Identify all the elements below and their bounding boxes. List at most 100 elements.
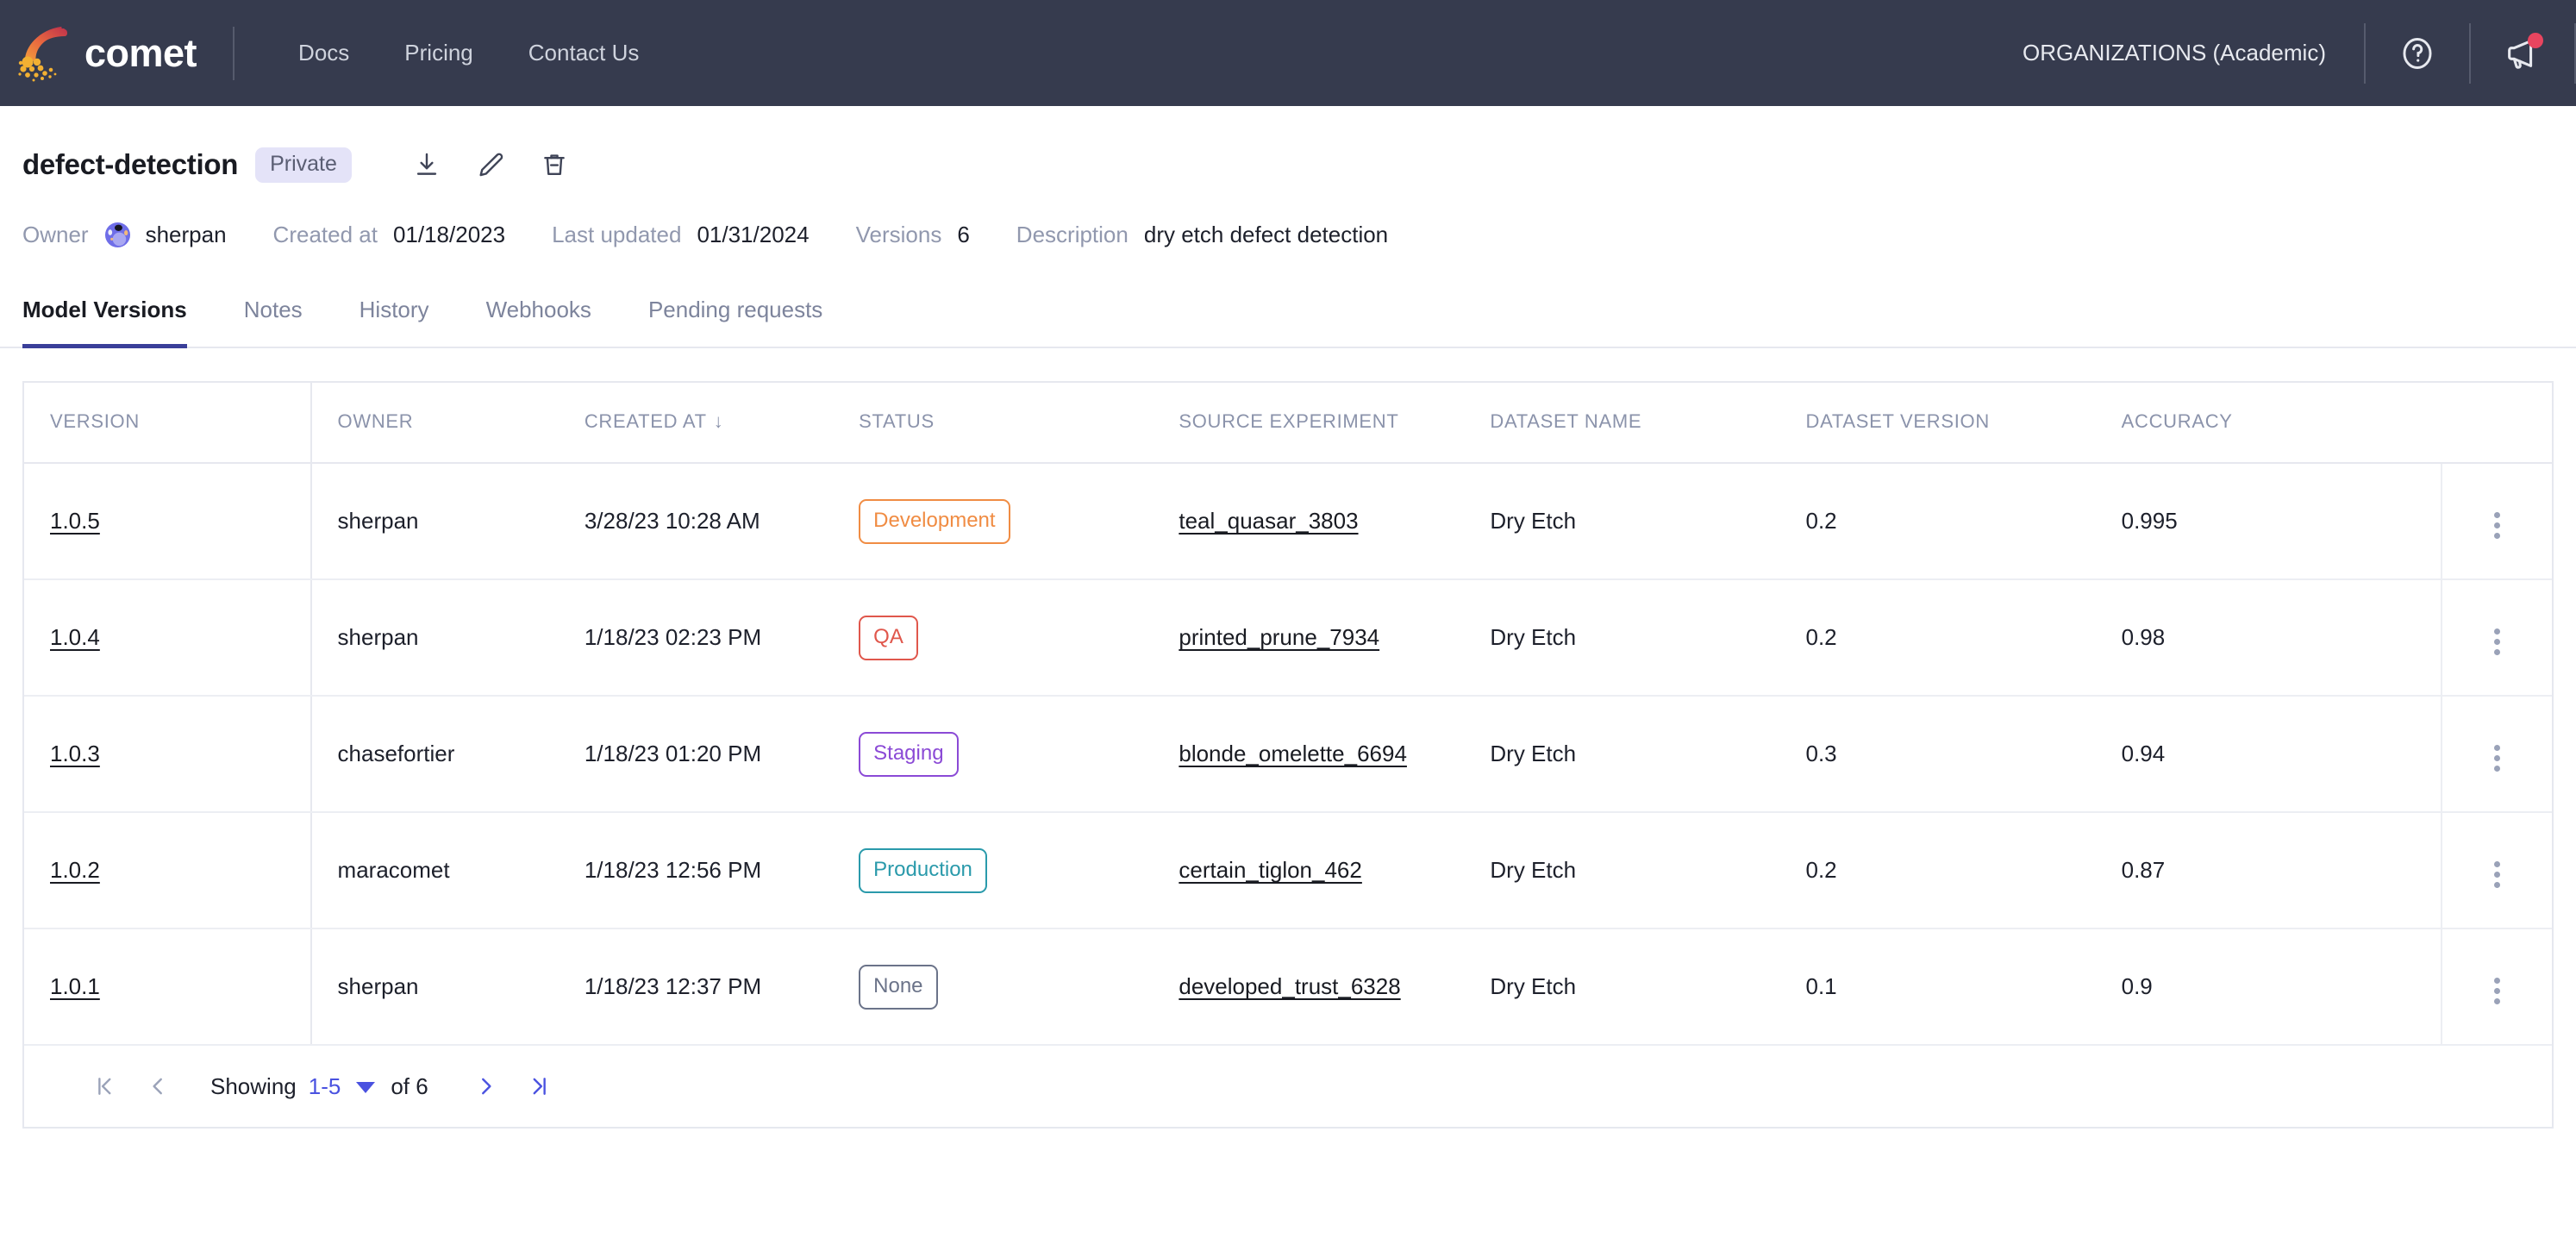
table-row[interactable]: 1.0.2 maracomet 1/18/23 12:56 PM Product… <box>24 812 2552 929</box>
visibility-badge: Private <box>255 147 352 183</box>
status-badge: QA <box>859 615 918 660</box>
kebab-menu-icon[interactable] <box>2482 622 2512 662</box>
question-mark-circle-icon <box>2403 37 2432 69</box>
nav-link-pricing[interactable]: Pricing <box>377 40 500 66</box>
table-row[interactable]: 1.0.3 chasefortier 1/18/23 01:20 PM Stag… <box>24 696 2552 813</box>
tab-model-versions[interactable]: Model Versions <box>22 297 187 348</box>
download-icon <box>416 153 437 175</box>
brand-name: comet <box>84 30 197 75</box>
row-actions-cell <box>2440 812 2552 929</box>
status-badge: Staging <box>859 731 959 777</box>
version-link[interactable]: 1.0.3 <box>50 741 100 766</box>
nav-link-docs[interactable]: Docs <box>271 40 377 66</box>
version-link[interactable]: 1.0.5 <box>50 508 100 534</box>
delete-button[interactable] <box>522 139 586 191</box>
dataset-name-cell: Dry Etch <box>1490 696 1806 813</box>
table-header-row: VERSION OWNER CREATED AT ↓ STATUS SOURCE … <box>24 383 2552 464</box>
column-header-owner[interactable]: OWNER <box>310 383 585 464</box>
column-header-accuracy[interactable]: ACCURACY <box>2121 383 2442 464</box>
source-experiment-cell: printed_prune_7934 <box>1179 579 1491 697</box>
kebab-menu-icon[interactable] <box>2482 505 2512 546</box>
top-navigation-bar: comet Docs Pricing Contact Us ORGANIZATI… <box>0 0 2576 106</box>
kebab-menu-icon[interactable] <box>2482 738 2512 778</box>
source-experiment-link[interactable]: blonde_omelette_6694 <box>1179 741 1407 766</box>
created-at-cell: 1/18/23 02:23 PM <box>584 579 860 697</box>
status-cell: None <box>859 928 1179 1046</box>
comet-logo-icon <box>18 26 68 81</box>
row-actions-cell <box>2440 463 2552 580</box>
owner-value: sherpan <box>145 222 227 247</box>
dataset-version-cell: 0.3 <box>1805 696 2122 813</box>
model-header: defect-detection Private <box>0 106 2576 191</box>
tab-bar: Model Versions Notes History Webhooks Pe… <box>0 297 2576 348</box>
row-actions-cell <box>2440 928 2552 1046</box>
table-row[interactable]: 1.0.4 sherpan 1/18/23 02:23 PM QA printe… <box>24 579 2552 697</box>
last-page-icon <box>533 1078 546 1095</box>
column-header-actions <box>2441 383 2552 464</box>
owner-cell: chasefortier <box>310 696 585 813</box>
column-header-version[interactable]: VERSION <box>24 383 312 464</box>
announcements-button[interactable] <box>2471 0 2574 106</box>
tab-history[interactable]: History <box>360 297 429 348</box>
accuracy-cell: 0.87 <box>2121 812 2442 929</box>
column-header-source-experiment[interactable]: SOURCE EXPERIMENT <box>1179 383 1491 464</box>
avatar <box>104 222 130 248</box>
source-experiment-link[interactable]: printed_prune_7934 <box>1179 624 1379 650</box>
column-header-created-at[interactable]: CREATED AT ↓ <box>584 383 860 464</box>
dataset-name-cell: Dry Etch <box>1490 928 1806 1046</box>
chevron-down-icon[interactable] <box>356 1082 376 1093</box>
tab-webhooks[interactable]: Webhooks <box>486 297 591 348</box>
created-at-cell: 1/18/23 12:56 PM <box>584 812 860 929</box>
kebab-menu-icon[interactable] <box>2482 971 2512 1011</box>
column-header-status[interactable]: STATUS <box>859 383 1179 464</box>
nav-link-contact-us[interactable]: Contact Us <box>501 40 667 66</box>
tab-notes[interactable]: Notes <box>244 297 303 348</box>
created-at-cell: 3/28/23 10:28 AM <box>584 463 860 580</box>
next-page-icon <box>481 1078 491 1095</box>
table-row[interactable]: 1.0.5 sherpan 3/28/23 10:28 AM Developme… <box>24 463 2552 580</box>
created-at-label: Created at <box>272 222 378 247</box>
brand-logo[interactable]: comet <box>16 25 197 82</box>
tab-pending-requests[interactable]: Pending requests <box>648 297 822 348</box>
status-cell: Production <box>859 812 1179 929</box>
help-button[interactable] <box>2366 0 2469 106</box>
table-body: 1.0.5 sherpan 3/28/23 10:28 AM Developme… <box>24 463 2552 1046</box>
row-actions-cell <box>2440 579 2552 697</box>
status-cell: Staging <box>859 696 1179 813</box>
owner-cell: sherpan <box>310 928 585 1046</box>
column-header-dataset-version[interactable]: DATASET VERSION <box>1805 383 2122 464</box>
row-actions-cell <box>2440 696 2552 813</box>
version-link[interactable]: 1.0.1 <box>50 973 100 999</box>
table-row[interactable]: 1.0.1 sherpan 1/18/23 12:37 PM None deve… <box>24 928 2552 1046</box>
versions-value: 6 <box>957 222 970 247</box>
description-label: Description <box>1016 222 1129 247</box>
nav-links: Docs Pricing Contact Us <box>271 40 666 66</box>
accuracy-cell: 0.98 <box>2121 579 2442 697</box>
organizations-selector[interactable]: ORGANIZATIONS (Academic) <box>1985 40 2364 66</box>
kebab-menu-icon[interactable] <box>2482 854 2512 895</box>
dataset-name-cell: Dry Etch <box>1490 463 1806 580</box>
column-header-dataset-name[interactable]: DATASET NAME <box>1490 383 1806 464</box>
column-header-created-at-label: CREATED AT <box>584 410 707 432</box>
next-page-button[interactable] <box>460 1060 513 1113</box>
pagination-bar: Showing 1-5 of 6 <box>22 1046 2554 1129</box>
edit-button[interactable] <box>459 139 522 191</box>
last-page-button[interactable] <box>513 1060 566 1113</box>
dataset-version-cell: 0.1 <box>1805 928 2122 1046</box>
source-experiment-link[interactable]: certain_tiglon_462 <box>1179 857 1362 883</box>
download-button[interactable] <box>395 139 459 191</box>
status-badge: Development <box>859 498 1010 544</box>
nav-right-group: ORGANIZATIONS (Academic) <box>1985 0 2576 106</box>
first-page-button[interactable] <box>78 1060 131 1113</box>
model-versions-table: VERSION OWNER CREATED AT ↓ STATUS SOURCE … <box>22 381 2554 1046</box>
source-experiment-link[interactable]: teal_quasar_3803 <box>1179 508 1358 534</box>
page-content: defect-detection Private Owner sherpan C… <box>0 106 2576 1129</box>
previous-page-button[interactable] <box>131 1060 184 1113</box>
version-link[interactable]: 1.0.4 <box>50 624 100 650</box>
page-range-value[interactable]: 1-5 <box>309 1073 341 1100</box>
version-link[interactable]: 1.0.2 <box>50 857 100 883</box>
description-value: dry etch defect detection <box>1143 222 1389 247</box>
status-badge: None <box>859 964 938 1010</box>
source-experiment-link[interactable]: developed_trust_6328 <box>1179 973 1400 999</box>
owner-cell: sherpan <box>310 463 585 580</box>
